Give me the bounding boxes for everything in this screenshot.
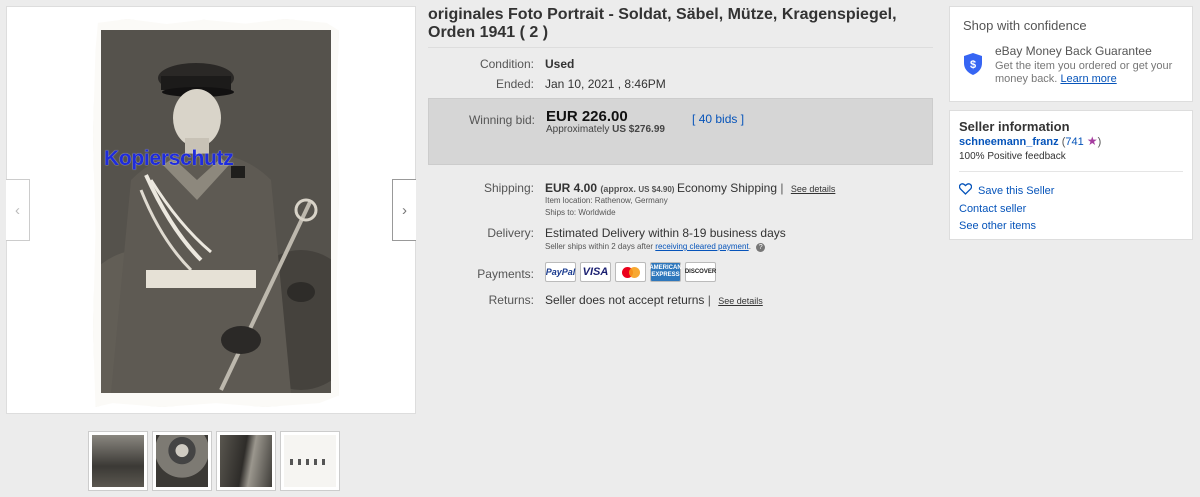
bid-history-link[interactable]: 40 bids	[699, 112, 738, 126]
shop-with-confidence-panel: Shop with confidence $ eBay Money Back G…	[949, 6, 1193, 102]
soldier-portrait	[101, 30, 331, 393]
shipping-amount: EUR 4.00	[545, 181, 598, 195]
shipping-approx: (approx.	[600, 184, 636, 194]
feedback-score-link[interactable]: 741	[1065, 136, 1083, 148]
ended-value: Jan 10, 2021 , 8:46PM	[545, 77, 666, 91]
returns-label: Returns:	[488, 293, 534, 307]
thumbnail-image	[284, 435, 336, 487]
approx-prefix: Approximately	[546, 124, 610, 135]
see-other-items-link[interactable]: See other items	[959, 220, 1036, 232]
money-back-guarantee-text: Get the item you ordered or get your mon…	[995, 60, 1173, 85]
thumbnail[interactable]	[88, 431, 148, 491]
shipping-label: Shipping:	[483, 181, 534, 195]
delivery-value: Estimated Delivery within 8-19 business …	[545, 226, 786, 240]
seller-information-panel: Seller information schneemann_franz (741…	[949, 110, 1193, 240]
separator: |	[780, 181, 784, 195]
contact-seller-link[interactable]: Contact seller	[959, 203, 1026, 215]
discover-icon: DISCOVER	[685, 262, 716, 282]
shipping-method: Economy Shipping	[676, 181, 778, 195]
heart-icon	[958, 183, 973, 198]
positive-feedback: 100% Positive feedback	[959, 151, 1066, 162]
learn-more-link[interactable]: Learn more	[1060, 73, 1116, 85]
money-back-guarantee-title: eBay Money Back Guarantee	[995, 44, 1152, 58]
amex-icon: AMERICAN EXPRESS	[649, 262, 682, 282]
thumbnail-image	[156, 435, 208, 487]
photo-image: Kopierschutz	[101, 30, 331, 393]
chevron-right-icon: ›	[402, 201, 407, 219]
bid-count: [ 40 bids ]	[692, 112, 744, 126]
chevron-left-icon: ‹	[15, 201, 20, 219]
main-photo[interactable]: Kopierschutz	[93, 19, 339, 407]
returns-policy: Seller does not accept returns	[545, 293, 705, 307]
score-close: )	[1097, 136, 1102, 148]
copy-protection-watermark: Kopierschutz	[104, 147, 234, 170]
winning-bid-approx: Approximately US $276.99	[546, 124, 665, 135]
seller-info-title: Seller information	[959, 119, 1070, 134]
shipping-approx-value: US $4.90)	[638, 185, 675, 194]
ships-to: Ships to: Worldwide	[545, 208, 616, 217]
paypal-icon: PayPal	[545, 262, 576, 282]
help-icon[interactable]: ?	[756, 243, 766, 252]
thumbnail[interactable]	[152, 431, 212, 491]
delivery-note: Seller ships within 2 days after receivi…	[545, 242, 766, 252]
separator: |	[707, 293, 711, 307]
payment-methods: PayPal VISA AMERICAN EXPRESS DISCOVER	[545, 262, 716, 282]
shield-icon: $	[963, 52, 983, 81]
visa-icon: VISA	[580, 262, 611, 282]
delivery-note-text: Seller ships within 2 days after	[545, 242, 654, 251]
bracket-open: [	[692, 112, 696, 126]
divider	[428, 47, 933, 48]
ended-label: Ended:	[495, 77, 534, 91]
cleared-payment-link[interactable]: receiving cleared payment	[655, 242, 748, 251]
seller-username-link[interactable]: schneemann_franz	[959, 136, 1059, 148]
returns-value: Seller does not accept returns | See det…	[545, 293, 763, 307]
approx-value: US $276.99	[612, 124, 665, 135]
previous-image-button[interactable]: ‹	[6, 179, 30, 241]
item-title: originales Foto Portrait - Soldat, Säbel…	[428, 6, 897, 41]
payments-label: Payments:	[477, 267, 534, 281]
thumbnail-image	[92, 435, 144, 487]
confidence-title: Shop with confidence	[963, 18, 1087, 33]
thumbnail[interactable]	[216, 431, 276, 491]
mastercard-icon	[615, 262, 646, 282]
delivery-label: Delivery:	[487, 226, 534, 240]
save-seller-button[interactable]: Save this Seller	[958, 183, 1055, 198]
winning-bid-label: Winning bid:	[468, 113, 535, 127]
seller-name-row: schneemann_franz (741 ★)	[959, 134, 1101, 148]
star-icon: ★	[1086, 134, 1098, 148]
condition-label: Condition:	[479, 57, 534, 71]
next-image-button[interactable]: ›	[392, 179, 416, 241]
bracket-close: ]	[740, 112, 745, 126]
condition-value: Used	[545, 57, 575, 71]
thumbnail-strip	[88, 431, 340, 491]
delivery-note-end: .	[748, 242, 751, 251]
thumbnail[interactable]	[280, 431, 340, 491]
item-location: Item location: Rathenow, Germany	[545, 196, 668, 205]
returns-see-details-link[interactable]: See details	[718, 296, 763, 306]
shipping-see-details-link[interactable]: See details	[791, 184, 836, 194]
image-gallery: Kopierschutz ‹ ›	[6, 6, 416, 414]
shipping-value: EUR 4.00 (approx. US $4.90) Economy Ship…	[545, 181, 835, 195]
thumbnail-image	[220, 435, 272, 487]
winning-bid-box: Winning bid: EUR 226.00 Approximately US…	[428, 98, 933, 165]
winning-bid-amount: EUR 226.00	[546, 108, 628, 125]
divider	[959, 171, 1183, 172]
svg-text:$: $	[970, 59, 976, 71]
save-seller-label: Save this Seller	[978, 184, 1055, 197]
